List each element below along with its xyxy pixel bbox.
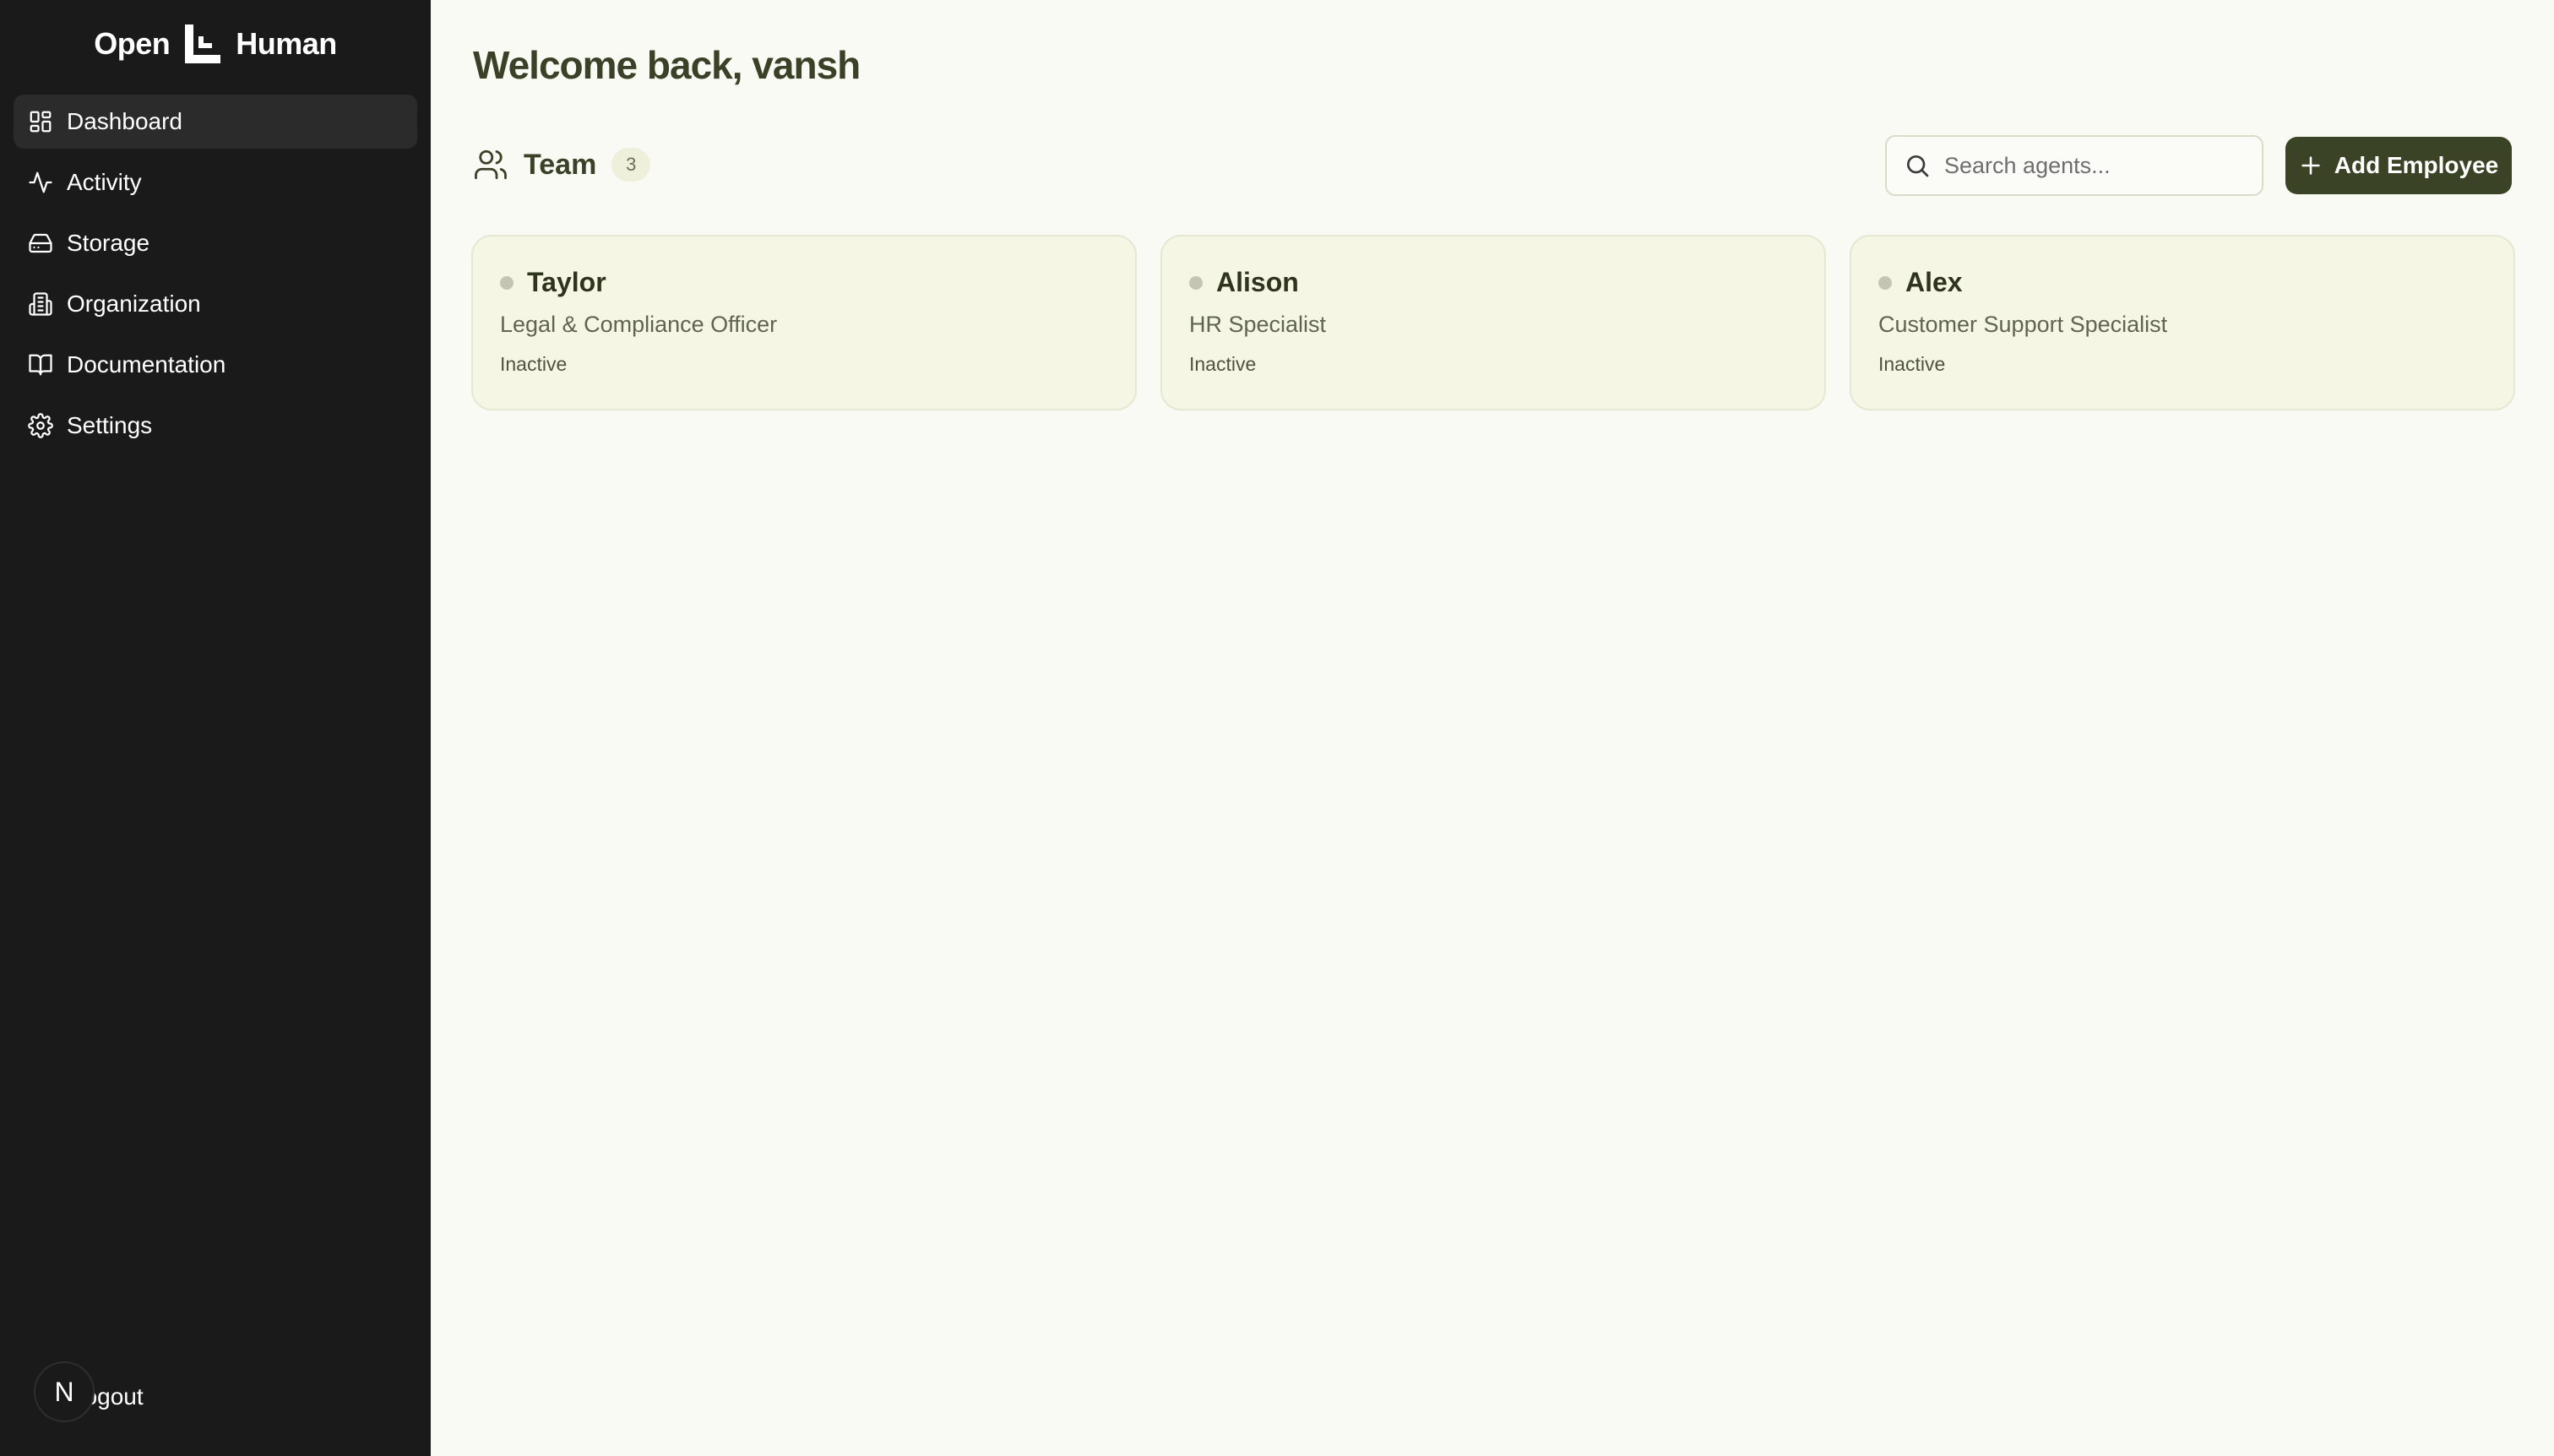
- search-input[interactable]: [1944, 152, 2248, 179]
- team-header: Team 3: [473, 147, 651, 182]
- sidebar-nav: Dashboard Activity Storage Organization …: [14, 95, 417, 459]
- users-icon: [475, 149, 507, 180]
- brand-mark-icon: [185, 24, 221, 63]
- sidebar: Open Human Dashboard Activity Storage Or…: [0, 0, 431, 1456]
- main-content: Welcome back, vansh Team 3 Add Em: [431, 0, 2554, 1456]
- sidebar-item-label: Dashboard: [67, 108, 182, 134]
- add-employee-button[interactable]: Add Employee: [2285, 137, 2512, 194]
- book-open-icon: [29, 354, 52, 376]
- agent-role: HR Specialist: [1189, 312, 1327, 337]
- brand-logo[interactable]: Open Human: [0, 20, 431, 68]
- agent-card-header: Taylor: [500, 267, 1108, 298]
- sidebar-item-activity[interactable]: Activity: [14, 155, 417, 209]
- building-icon: [29, 292, 52, 316]
- search-icon: [1907, 155, 1929, 177]
- sidebar-item-label: Settings: [67, 412, 153, 438]
- gear-icon: [28, 413, 53, 438]
- sidebar-item-label: Activity: [67, 169, 142, 195]
- add-employee-label: Add Employee: [2334, 152, 2499, 178]
- agent-status: Inactive: [1189, 353, 1257, 375]
- agent-card[interactable]: Taylor Legal & Compliance Officer Inacti…: [471, 235, 1137, 410]
- agent-card[interactable]: Alison HR Specialist Inactive: [1160, 235, 1826, 410]
- sidebar-item-settings[interactable]: Settings: [14, 399, 417, 453]
- search-box[interactable]: [1885, 135, 2263, 196]
- status-dot: [1878, 275, 1892, 290]
- sidebar-item-label: Organization: [67, 291, 201, 317]
- sidebar-item-documentation[interactable]: Documentation: [14, 338, 417, 392]
- agent-card-header: Alison: [1189, 267, 1797, 298]
- activity-pulse-icon: [29, 171, 52, 193]
- plus-icon: [2301, 156, 2320, 175]
- status-dot: [1189, 275, 1203, 290]
- sidebar-item-label: Storage: [67, 230, 150, 256]
- sidebar-item-storage[interactable]: Storage: [14, 216, 417, 270]
- agent-status: Inactive: [1878, 353, 1946, 375]
- brand-name-left: Open: [94, 26, 171, 61]
- agent-name: Alex: [1905, 267, 1963, 297]
- app-root: Open Human Dashboard Activity Storage Or…: [0, 0, 2554, 1456]
- sidebar-item-dashboard[interactable]: Dashboard: [14, 95, 417, 149]
- agent-name: Taylor: [527, 267, 606, 297]
- status-dot: [500, 275, 514, 290]
- agent-role: Customer Support Specialist: [1878, 312, 2168, 337]
- agent-name: Alison: [1216, 267, 1299, 297]
- dashboard-grid-icon: [30, 111, 52, 133]
- agent-card-header: Alex: [1878, 267, 2486, 298]
- agent-status: Inactive: [500, 353, 568, 375]
- hard-drive-icon: [29, 233, 52, 253]
- logout-area: N Logout: [34, 1361, 144, 1422]
- avatar[interactable]: N: [34, 1361, 95, 1422]
- team-count-badge: 3: [611, 148, 651, 182]
- team-heading: Team: [524, 148, 597, 181]
- page-title: Welcome back, vansh: [473, 43, 861, 87]
- sidebar-item-organization[interactable]: Organization: [14, 277, 417, 331]
- brand-name-right: Human: [236, 26, 337, 61]
- agent-card-list: Taylor Legal & Compliance Officer Inacti…: [471, 235, 2515, 410]
- agent-card[interactable]: Alex Customer Support Specialist Inactiv…: [1850, 235, 2515, 410]
- agent-role: Legal & Compliance Officer: [500, 312, 778, 337]
- sidebar-item-label: Documentation: [67, 351, 226, 378]
